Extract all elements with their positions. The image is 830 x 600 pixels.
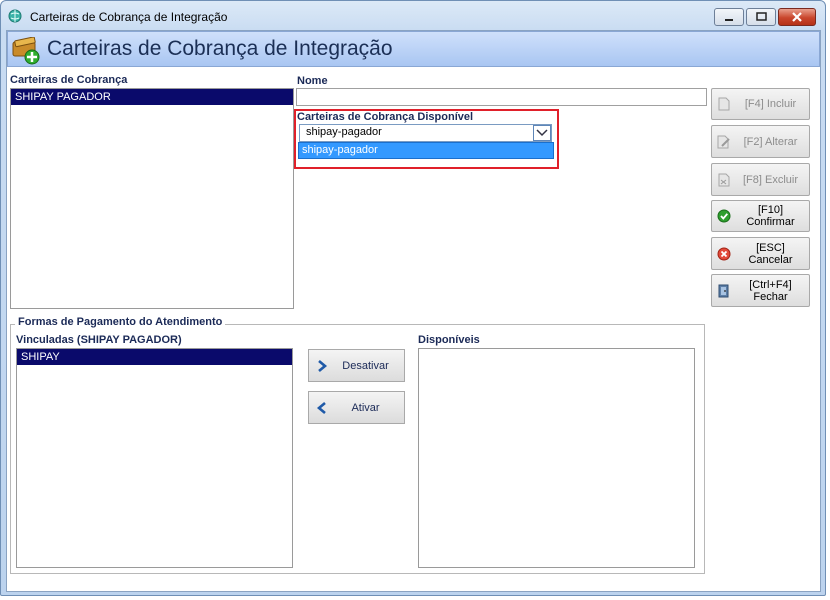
cancel-icon (717, 247, 731, 261)
cancelar-key: [ESC] (756, 241, 785, 254)
app-globe-icon (8, 9, 22, 23)
desativar-button[interactable]: Desativar (308, 349, 405, 382)
confirmar-key: [F10] (757, 204, 784, 216)
chevron-down-icon (536, 129, 548, 137)
fechar-button[interactable]: [Ctrl+F4] Fechar (711, 274, 810, 307)
nome-label: Nome (297, 75, 328, 87)
disponiveis-label: Disponíveis (418, 334, 480, 346)
fechar-key: [Ctrl+F4] (749, 278, 792, 291)
minimize-button[interactable] (714, 8, 744, 26)
minimize-icon (725, 19, 733, 21)
dropdown-option-label: shipay-pagador (302, 144, 378, 156)
check-icon (717, 209, 731, 223)
list-item[interactable]: SHIPAY (17, 349, 292, 365)
incluir-key: [F4] (744, 98, 764, 110)
group-title: Formas de Pagamento do Atendimento (15, 316, 226, 328)
ativar-button[interactable]: Ativar (308, 391, 405, 424)
restore-icon (756, 12, 767, 21)
dropdown-toggle[interactable] (533, 125, 551, 141)
close-button[interactable] (778, 8, 816, 26)
confirmar-label: Confirmar (746, 216, 795, 228)
disponivel-label: Carteiras de Cobrança Disponível (297, 111, 474, 123)
alterar-key: [F2] (743, 135, 763, 148)
list-item[interactable]: SHIPAY PAGADOR (11, 89, 293, 105)
edit-icon (717, 135, 731, 149)
delete-doc-icon (717, 173, 731, 187)
close-icon (792, 12, 802, 22)
banner-title: Carteiras de Cobrança de Integração (47, 37, 393, 60)
incluir-button[interactable]: [F4] Incluir (711, 88, 810, 120)
excluir-label: Excluir (765, 173, 799, 186)
vinculadas-label: Vinculadas (SHIPAY PAGADOR) (16, 334, 182, 346)
nome-input[interactable] (296, 88, 707, 106)
select-value: shipay-pagador (306, 126, 382, 138)
carteiras-list[interactable]: SHIPAY PAGADOR (10, 88, 294, 309)
incluir-label: Incluir (766, 98, 797, 110)
confirmar-button[interactable]: [F10] Confirmar (711, 200, 810, 232)
vinculadas-list[interactable]: SHIPAY (16, 348, 293, 568)
wallet-add-icon (12, 37, 40, 65)
ativar-label: Ativar (351, 402, 380, 414)
carteiras-list-label: Carteiras de Cobrança (10, 74, 128, 86)
excluir-button[interactable]: [F8] Excluir (711, 163, 810, 196)
desativar-label: Desativar (342, 360, 389, 372)
exit-door-icon (717, 284, 731, 298)
fechar-label: Fechar (753, 290, 788, 303)
disponiveis-list[interactable] (418, 348, 695, 568)
cancelar-label: Cancelar (748, 253, 793, 266)
restore-button[interactable] (746, 8, 776, 26)
alterar-label: Alterar (765, 135, 798, 148)
new-doc-icon (717, 97, 731, 111)
window-title: Carteiras de Cobrança de Integração (30, 10, 228, 24)
excluir-key: [F8] (742, 173, 762, 186)
cancelar-button[interactable]: [ESC] Cancelar (711, 237, 810, 270)
alterar-button[interactable]: [F2] Alterar (711, 125, 810, 158)
